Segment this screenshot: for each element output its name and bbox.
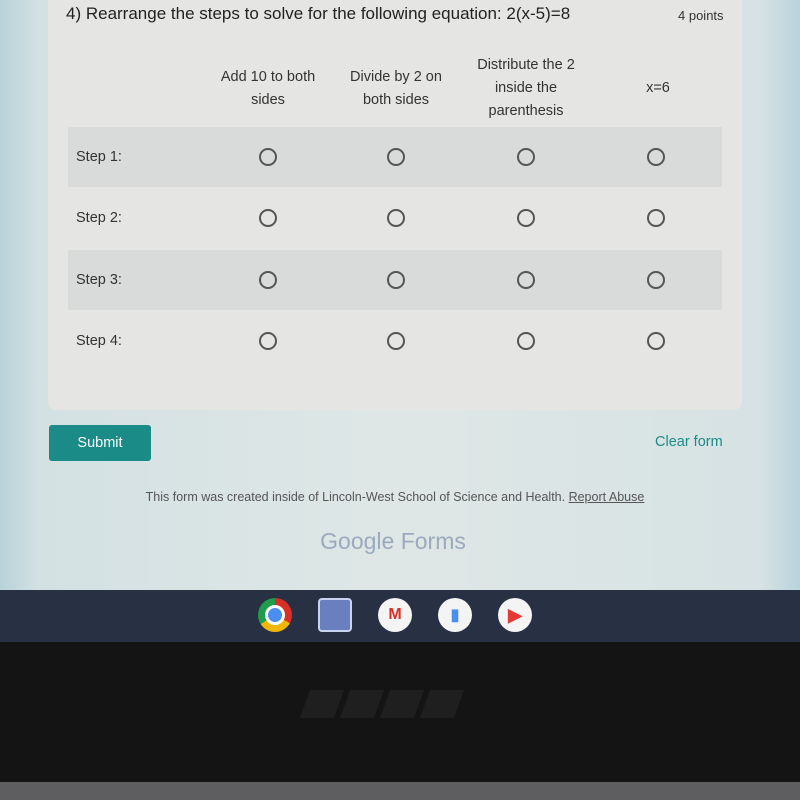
report-abuse-link[interactable]: Report Abuse: [569, 490, 645, 504]
question-points: 4 points: [678, 8, 724, 23]
row-label: Step 2:: [76, 210, 122, 226]
column-header: Add 10 to both sides: [220, 69, 316, 108]
column-header: Divide by 2 on both sides: [350, 69, 442, 108]
radio-step3-option2[interactable]: [387, 271, 405, 289]
submit-button[interactable]: Submit: [49, 425, 151, 461]
radio-step1-option4[interactable]: [647, 148, 665, 166]
column-header: x=6: [646, 80, 670, 96]
radio-step2-option3[interactable]: [517, 209, 535, 227]
files-icon[interactable]: [318, 598, 352, 632]
radio-step4-option2[interactable]: [387, 332, 405, 350]
youtube-icon[interactable]: ▶: [498, 598, 532, 632]
grid-row: Step 4:: [68, 311, 722, 371]
radio-step1-option1[interactable]: [259, 148, 277, 166]
taskbar: M ▮ ▶: [0, 590, 800, 642]
laptop-base: [0, 782, 800, 800]
clear-form-link[interactable]: Clear form: [655, 434, 723, 450]
chrome-icon[interactable]: [258, 598, 292, 632]
radio-step2-option4[interactable]: [647, 209, 665, 227]
radio-step4-option1[interactable]: [259, 332, 277, 350]
radio-step3-option4[interactable]: [647, 271, 665, 289]
docs-icon[interactable]: ▮: [438, 598, 472, 632]
radio-step3-option3[interactable]: [517, 271, 535, 289]
column-header: Distribute the 2 inside the parenthesis: [477, 57, 575, 119]
grid-row: Step 1:: [68, 127, 722, 187]
question-title: 4) Rearrange the steps to solve for the …: [66, 4, 571, 23]
browser-screen: 4) Rearrange the steps to solve for the …: [0, 0, 800, 590]
gmail-icon[interactable]: M: [378, 598, 412, 632]
radio-step4-option4[interactable]: [647, 332, 665, 350]
grid-row: Step 3:: [68, 250, 722, 310]
google-forms-logo[interactable]: Google Forms: [0, 528, 786, 555]
grid-row: Step 2:: [68, 188, 722, 248]
radio-step2-option2[interactable]: [387, 209, 405, 227]
radio-step4-option3[interactable]: [517, 332, 535, 350]
footer-text: This form was created inside of Lincoln-…: [145, 490, 566, 504]
footer-note: This form was created inside of Lincoln-…: [0, 490, 790, 504]
radio-step1-option2[interactable]: [387, 148, 405, 166]
radio-step1-option3[interactable]: [517, 148, 535, 166]
radio-step3-option1[interactable]: [259, 271, 277, 289]
radio-step2-option1[interactable]: [259, 209, 277, 227]
row-label: Step 4:: [76, 333, 122, 349]
asus-logo: [299, 690, 485, 722]
row-label: Step 3:: [76, 272, 122, 288]
row-label: Step 1:: [76, 149, 122, 165]
